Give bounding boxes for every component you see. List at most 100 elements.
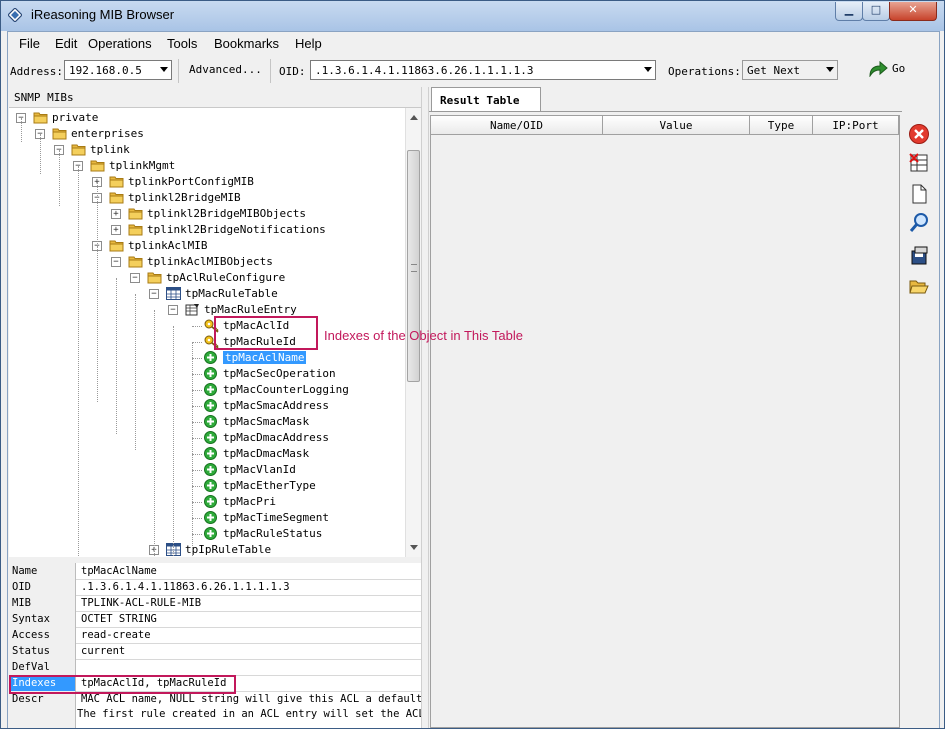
property-row-syntax[interactable]: Syntax OCTET STRING — [9, 611, 421, 628]
save-icon[interactable] — [908, 245, 930, 267]
menu-file[interactable]: File — [19, 36, 40, 51]
tree-node-label: tplinkl2BridgeMIBObjects — [147, 207, 306, 220]
tree-panel-header: SNMP MIBs — [9, 87, 421, 108]
annotation-indexes-row-box — [9, 675, 236, 694]
tree-node-tpmaccounterlogging[interactable]: tpMacCounterLogging — [9, 382, 405, 398]
menu-edit[interactable]: Edit — [55, 36, 77, 51]
address-combo[interactable]: 192.168.0.5 — [64, 60, 172, 80]
tree-node-tpmacdmacmask[interactable]: tpMacDmacMask — [9, 446, 405, 462]
tree-node-tpmacsmacmask[interactable]: tpMacSmacMask — [9, 414, 405, 430]
search-icon[interactable] — [908, 212, 930, 234]
property-key: OID — [9, 579, 76, 595]
tree-node-label: tpIpRuleTable — [185, 543, 272, 556]
open-folder-icon[interactable] — [908, 275, 930, 297]
tree-node-label: tpMacSecOperation — [223, 367, 336, 380]
leaf-node-icon — [204, 527, 219, 540]
tree-node-tplinkl2bridgenotifications[interactable]: + tplinkl2BridgeNotifications — [9, 222, 405, 238]
property-key: Syntax — [9, 611, 76, 627]
tree-node-tpmacruleentry[interactable]: − tpMacRuleEntry — [9, 302, 405, 318]
property-row-mib[interactable]: MIB TPLINK-ACL-RULE-MIB — [9, 595, 421, 612]
tree-node-label: tpMacDmacAddress — [223, 431, 329, 444]
tree-node-tpmacethertype[interactable]: tpMacEtherType — [9, 478, 405, 494]
delete-icon[interactable] — [908, 123, 930, 145]
tree-node-tplink[interactable]: − tplink — [9, 142, 405, 158]
property-row-descr[interactable]: Descr MAC ACL name, NULL string will giv… — [9, 691, 421, 728]
folder-icon — [90, 159, 105, 172]
column-header-ip-port[interactable]: IP:Port — [813, 116, 899, 135]
column-header-name-oid[interactable]: Name/OID — [431, 116, 603, 135]
menu-bar: File Edit Operations Tools Bookmarks Hel… — [8, 32, 938, 54]
tree-node-tpmacruletable[interactable]: − tpMacRuleTable — [9, 286, 405, 302]
column-header-type[interactable]: Type — [750, 116, 813, 135]
minimize-button[interactable]: ▁ — [835, 2, 863, 21]
menu-bookmarks[interactable]: Bookmarks — [214, 36, 279, 51]
maximize-button[interactable]: □ — [862, 2, 890, 21]
tree-node-tpipruletable[interactable]: + tpIpRuleTable — [9, 542, 405, 557]
property-row-name[interactable]: Name tpMacAclName — [9, 563, 421, 580]
leaf-node-icon — [204, 351, 219, 364]
operations-select[interactable]: Get Next — [742, 60, 838, 80]
clear-table-icon[interactable] — [908, 152, 930, 174]
tree-node-label: tpMacTimeSegment — [223, 511, 329, 524]
tree-node-label: tpMacRuleTable — [185, 287, 278, 300]
property-row-access[interactable]: Access read-create — [9, 627, 421, 644]
property-value-line2: The first rule created in an ACL entry w… — [77, 708, 421, 720]
tree-node-label: tpMacVlanId — [223, 463, 296, 476]
document-icon[interactable] — [908, 183, 930, 205]
tree-node-tpmacdmacaddress[interactable]: tpMacDmacAddress — [9, 430, 405, 446]
tree-node-tpmacaclname[interactable]: tpMacAclName — [9, 350, 405, 366]
scroll-thumb[interactable] — [407, 150, 420, 382]
tree-node-tpmactimesegment[interactable]: tpMacTimeSegment — [9, 510, 405, 526]
go-button[interactable]: Go — [866, 59, 916, 79]
tree-node-tplinkmgmt[interactable]: − tplinkMgmt — [9, 158, 405, 174]
expand-toggle-icon[interactable]: + — [111, 225, 121, 235]
folder-icon — [128, 223, 143, 236]
expand-toggle-icon[interactable]: + — [111, 209, 121, 219]
property-key: DefVal — [9, 659, 76, 675]
menu-tools[interactable]: Tools — [167, 36, 197, 51]
tree-node-tpmacrulestatus[interactable]: tpMacRuleStatus — [9, 526, 405, 542]
vertical-splitter[interactable] — [421, 87, 429, 728]
tree-node-label: tplinkAclMIBObjects — [147, 255, 273, 268]
annotation-text: Indexes of the Object in This Table — [324, 328, 523, 343]
tree-node-enterprises[interactable]: − enterprises — [9, 126, 405, 142]
tree-node-label: tpMacSmacAddress — [223, 399, 329, 412]
property-row-defval[interactable]: DefVal — [9, 659, 421, 676]
tree-node-tpmacpri[interactable]: tpMacPri — [9, 494, 405, 510]
tree-node-tplinkaclmib[interactable]: − tplinkAclMIB — [9, 238, 405, 254]
tree-node-label: tpMacSmacMask — [223, 415, 310, 428]
collapse-toggle-icon[interactable]: − — [130, 273, 140, 283]
close-button[interactable]: ✕ — [889, 2, 937, 21]
table-icon — [166, 287, 181, 300]
menu-help[interactable]: Help — [295, 36, 322, 51]
scroll-down-icon[interactable] — [410, 545, 418, 550]
collapse-toggle-icon[interactable]: − — [149, 289, 159, 299]
menu-operations[interactable]: Operations — [88, 36, 152, 51]
property-row-status[interactable]: Status current — [9, 643, 421, 660]
tree-node-tpmacsecoperation[interactable]: tpMacSecOperation — [9, 366, 405, 382]
tree-node-tplinkl2bridgemibobjects[interactable]: + tplinkl2BridgeMIBObjects — [9, 206, 405, 222]
leaf-node-icon — [204, 367, 219, 380]
tree-node-private[interactable]: − private — [9, 110, 405, 126]
column-header-value[interactable]: Value — [603, 116, 750, 135]
oid-combo[interactable]: .1.3.6.1.4.1.11863.6.26.1.1.1.1.3 — [310, 60, 656, 80]
tree-node-tplinkaclmibobjects[interactable]: − tplinkAclMIBObjects — [9, 254, 405, 270]
scroll-up-icon[interactable] — [410, 115, 418, 120]
tab-result-table[interactable]: Result Table — [431, 87, 541, 112]
tab-label: Result Table — [440, 94, 520, 107]
tree-node-tpmacsmacaddress[interactable]: tpMacSmacAddress — [9, 398, 405, 414]
collapse-toggle-icon[interactable]: − — [111, 257, 121, 267]
tree-node-tpaclruleconfigure[interactable]: − tpAclRuleConfigure — [9, 270, 405, 286]
result-table[interactable]: Name/OID Value Type IP:Port — [430, 115, 900, 728]
app-window: iReasoning MIB Browser ▁ □ ✕ File Edit O… — [0, 0, 945, 729]
property-row-oid[interactable]: OID .1.3.6.1.4.1.11863.6.26.1.1.1.1.3 — [9, 579, 421, 596]
advanced-button[interactable]: Advanced... — [189, 60, 262, 80]
collapse-toggle-icon[interactable]: − — [168, 305, 178, 315]
property-value: tpMacAclName — [81, 565, 157, 577]
tree-node-label: tpMacCounterLogging — [223, 383, 349, 396]
tree-node-tpmacvlanid[interactable]: tpMacVlanId — [9, 462, 405, 478]
tree-node-tplinkportconfigmib[interactable]: + tplinkPortConfigMIB — [9, 174, 405, 190]
title-bar: iReasoning MIB Browser ▁ □ ✕ — [1, 1, 944, 31]
oid-label: OID: — [279, 65, 306, 78]
tree-node-tplinkl2bridgemib[interactable]: − tplinkl2BridgeMIB — [9, 190, 405, 206]
